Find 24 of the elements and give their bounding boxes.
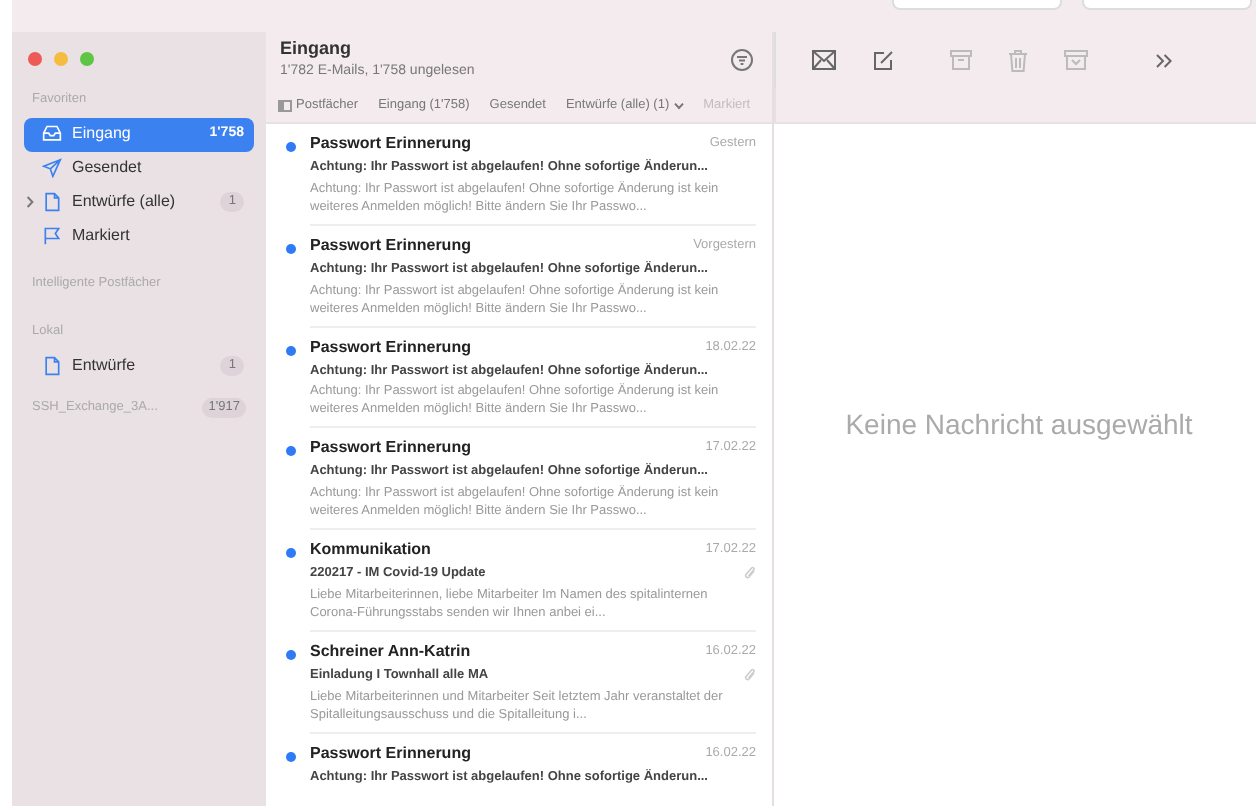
close-window-button[interactable] (28, 52, 42, 66)
paper-plane-icon (42, 158, 62, 179)
chevron-icon[interactable] (26, 196, 34, 209)
compose-icon[interactable] (872, 49, 894, 71)
more-icon[interactable] (1156, 53, 1172, 67)
mail-icon[interactable] (812, 50, 836, 70)
sender-name: Passwort Erinnerung (310, 436, 471, 461)
sender-name: Passwort Erinnerung (310, 741, 471, 765)
inbox-icon (42, 124, 62, 145)
sender-name: Passwort Erinnerung (310, 233, 471, 258)
mailbox-title: Eingang (280, 38, 353, 60)
filter-icon[interactable] (730, 48, 754, 72)
empty-message: Keine Nachricht ausgewählt (845, 406, 1193, 444)
sidebar-icon (278, 99, 292, 111)
document-icon (42, 355, 62, 376)
sender-name: Kommunikation (310, 538, 431, 562)
sidebar-item[interactable]: Gesendet (24, 151, 254, 186)
document-icon (42, 192, 62, 213)
flag-icon (42, 226, 62, 247)
sidebar-item[interactable]: Markiert (24, 219, 254, 254)
sender-name: Passwort Erinnerung (310, 132, 471, 156)
sender-name: Schreiner Ann-Katrin (310, 639, 471, 664)
chevron-icon (673, 101, 684, 109)
sender-name: Passwort Erinnerung (310, 335, 471, 359)
